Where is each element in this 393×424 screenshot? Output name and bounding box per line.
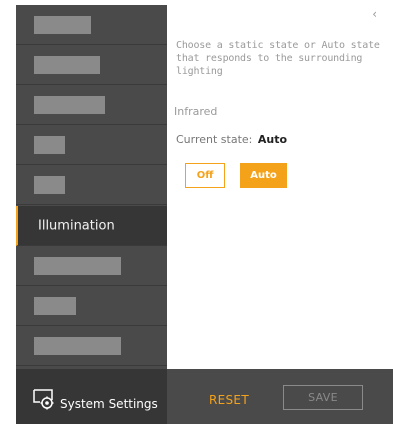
sidebar-item-9[interactable] [16, 326, 167, 366]
save-button[interactable]: SAVE [283, 385, 363, 410]
sidebar-item-4[interactable] [16, 125, 167, 165]
reset-button[interactable]: RESET [209, 393, 249, 407]
sidebar-item-2[interactable] [16, 45, 167, 85]
sidebar: Illumination [16, 5, 167, 369]
sidebar-item-8[interactable] [16, 286, 167, 326]
system-settings-label: System Settings [60, 397, 158, 411]
sidebar-item-3[interactable] [16, 85, 167, 125]
panel-description: Choose a static state or Auto state that… [176, 40, 380, 77]
off-button[interactable]: Off [185, 163, 225, 188]
sidebar-item-label: Illumination [38, 218, 115, 233]
section-title: Infrared [174, 105, 218, 118]
sidebar-item-placeholder [34, 135, 65, 154]
settings-panel: ‹ Choose a static state or Auto state th… [167, 5, 393, 369]
chevron-left-icon[interactable]: ‹ [372, 7, 377, 21]
app-window: Illumination ‹ Choose a static state or … [0, 0, 393, 424]
current-state-label: Current state: [176, 133, 253, 146]
current-state-value: Auto [257, 133, 288, 146]
sidebar-item-placeholder [34, 55, 100, 74]
sidebar-item-placeholder [34, 175, 65, 194]
sidebar-item-7[interactable] [16, 246, 167, 286]
monitor-gear-icon [33, 389, 54, 410]
sidebar-item-placeholder [34, 256, 121, 275]
sidebar-item-5[interactable] [16, 165, 167, 205]
current-state-row: Current state: Auto [176, 133, 287, 146]
auto-button[interactable]: Auto [240, 163, 287, 188]
sidebar-item-placeholder [34, 95, 105, 114]
sidebar-item-1[interactable] [16, 5, 167, 45]
sidebar-item-placeholder [34, 336, 121, 355]
sidebar-item-placeholder [34, 15, 91, 34]
system-settings-button[interactable]: System Settings [16, 369, 167, 424]
footer-actions: RESET SAVE [167, 369, 393, 424]
sidebar-item-placeholder [34, 296, 76, 315]
sidebar-item-illumination[interactable]: Illumination [16, 206, 167, 246]
